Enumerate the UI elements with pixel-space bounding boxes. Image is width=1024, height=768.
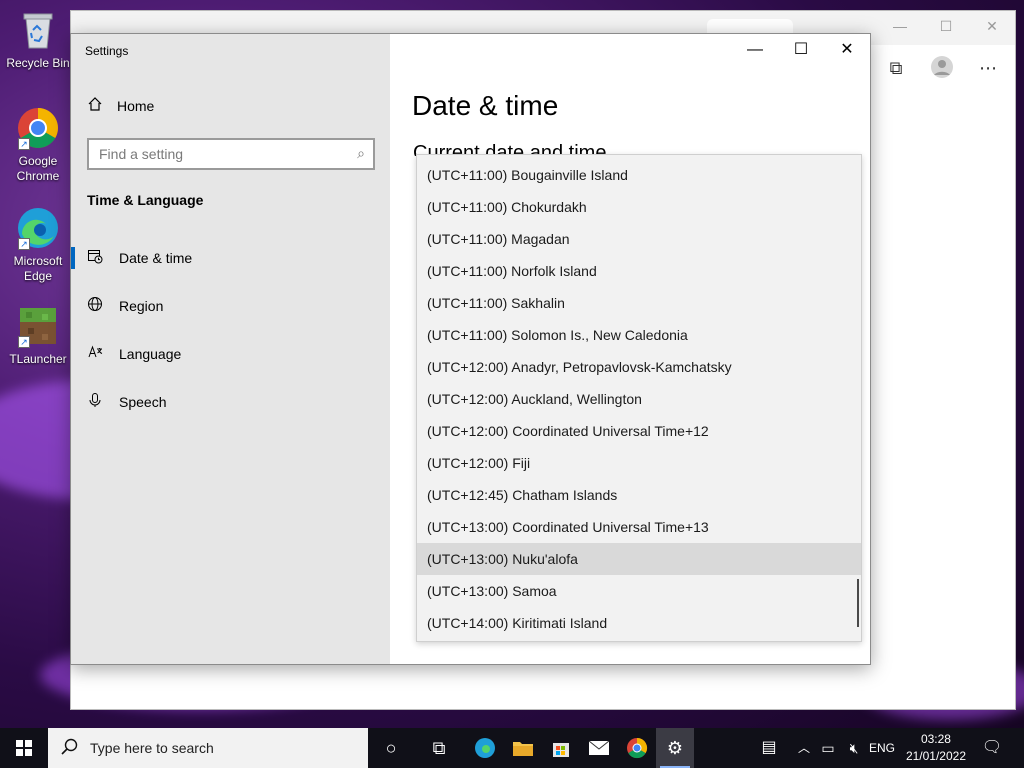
timezone-option[interactable]: (UTC+13:00) Coordinated Universal Time+1… [417, 511, 861, 543]
show-hidden-icons-chevron-icon[interactable]: ︿ [794, 728, 814, 768]
desktop-icon-tlauncher[interactable]: ↗ TLauncher [4, 304, 72, 367]
edge-icon: ↗ [16, 206, 60, 250]
settings-window[interactable]: Settings — ☐ ✕ Home Find a setting ⌕ Tim… [70, 33, 871, 665]
mail-icon[interactable] [580, 728, 618, 768]
timezone-option[interactable]: (UTC+11:00) Norfolk Island [417, 255, 861, 287]
desktop-icon-label: Microsoft Edge [13, 254, 63, 283]
timezone-option[interactable]: (UTC+12:00) Fiji [417, 447, 861, 479]
timezone-option[interactable]: (UTC+12:45) Chatham Islands [417, 479, 861, 511]
chrome-taskbar-icon[interactable] [618, 728, 656, 768]
nav-item-region[interactable]: Region [71, 288, 390, 324]
system-clock[interactable]: 03:28 21/01/2022 [906, 731, 966, 765]
nav-item-language[interactable]: Language [71, 336, 390, 372]
desktop-icon-label: TLauncher [9, 352, 67, 366]
nav-item-label: Region [119, 298, 164, 314]
timezone-option[interactable]: (UTC+13:00) Nuku'alofa [417, 543, 861, 575]
timezone-rows: (UTC+11:00) Bougainville Island (UTC+11:0… [417, 155, 861, 639]
timezone-option[interactable]: (UTC+11:00) Solomon Is., New Caledonia [417, 319, 861, 351]
search-icon [60, 738, 78, 759]
clock-date: 21/01/2022 [905, 749, 966, 763]
file-explorer-icon[interactable] [504, 728, 542, 768]
profile-avatar-icon[interactable] [929, 55, 955, 81]
search-icon: ⌕ [357, 145, 365, 161]
desktop-icon-edge[interactable]: ↗ Microsoft Edge [4, 206, 72, 284]
maximize-icon[interactable]: ☐ [923, 11, 969, 43]
nav-item-label: Date & time [119, 250, 193, 266]
shortcut-arrow-icon: ↗ [18, 238, 30, 250]
cortana-icon[interactable]: ○ [372, 728, 410, 768]
windows-logo-icon [16, 740, 32, 756]
chrome-icon: ↗ [16, 106, 60, 150]
desktop-icon-chrome[interactable]: ↗ Google Chrome [4, 106, 72, 184]
shortcut-arrow-icon: ↗ [18, 138, 30, 150]
close-button[interactable]: ✕ [824, 34, 870, 66]
window-title: Settings [85, 44, 129, 58]
window-controls: — ☐ ✕ [732, 34, 870, 66]
recycle-bin-icon [16, 8, 60, 52]
timezone-option[interactable]: (UTC+12:00) Anadyr, Petropavlovsk-Kamcha… [417, 351, 861, 383]
calendar-clock-icon [87, 248, 103, 268]
search-placeholder: Find a setting [99, 146, 184, 162]
taskbar-search-placeholder: Type here to search [90, 740, 214, 756]
microphone-icon [87, 392, 103, 412]
tlauncher-icon: ↗ [16, 304, 60, 348]
minimize-icon[interactable]: — [877, 11, 923, 43]
clock-time: 03:28 [920, 732, 951, 746]
maximize-button[interactable]: ☐ [778, 34, 824, 66]
home-nav-item[interactable]: Home [87, 96, 154, 115]
volume-muted-icon[interactable]: 🔇︎ [842, 728, 866, 768]
minimize-button[interactable]: — [732, 34, 778, 66]
microsoft-store-icon[interactable] [542, 728, 580, 768]
timezone-option[interactable]: (UTC+12:00) Auckland, Wellington [417, 383, 861, 415]
shortcut-arrow-icon: ↗ [18, 336, 30, 348]
start-button[interactable] [0, 728, 48, 768]
nav-item-label: Language [119, 346, 182, 362]
home-icon [87, 96, 103, 115]
desktop-icon-recycle-bin[interactable]: Recycle Bin [4, 8, 72, 71]
notifications-icon[interactable]: 🗨︎ [976, 728, 1008, 768]
dropdown-scrollbar[interactable] [857, 579, 859, 627]
desktop-icon-label: Google Chrome [16, 154, 60, 183]
settings-taskbar-icon[interactable]: ⚙ [656, 728, 694, 768]
language-icon [87, 344, 103, 364]
taskbar-search-box[interactable]: Type here to search [48, 728, 368, 768]
timezone-option[interactable]: (UTC+11:00) Chokurdakh [417, 191, 861, 223]
desktop-icon-label: Recycle Bin [6, 56, 70, 70]
more-options-icon[interactable]: ⋯ [975, 55, 1001, 81]
nav-item-date-time[interactable]: Date & time [71, 240, 390, 276]
network-icon[interactable]: ▭ [816, 728, 840, 768]
timezone-option[interactable]: (UTC+11:00) Sakhalin [417, 287, 861, 319]
edge-taskbar-icon[interactable] [466, 728, 504, 768]
taskbar: Type here to search ○ ⧉ ⚙ ▤ ︿ ▭ 🔇︎ ENG 0… [0, 728, 1024, 768]
timezone-dropdown-list[interactable]: (UTC+11:00) Bougainville Island (UTC+11:0… [416, 154, 862, 642]
timezone-option[interactable]: (UTC+14:00) Kiritimati Island [417, 607, 861, 639]
timezone-option[interactable]: (UTC+13:00) Samoa [417, 575, 861, 607]
home-label: Home [117, 97, 155, 114]
collections-icon[interactable]: ⧉ [883, 55, 909, 81]
find-setting-search-box[interactable]: Find a setting ⌕ [87, 138, 375, 170]
timezone-option[interactable]: (UTC+11:00) Bougainville Island [417, 159, 861, 191]
close-icon[interactable]: ✕ [969, 11, 1015, 43]
timezone-option[interactable]: (UTC+11:00) Magadan [417, 223, 861, 255]
section-heading: Time & Language [87, 192, 204, 208]
news-widget-icon[interactable]: ▤ [752, 728, 786, 768]
browser-window-controls: — ☐ ✕ [877, 11, 1015, 43]
input-language-indicator[interactable]: ENG [866, 728, 898, 768]
timezone-option[interactable]: (UTC+12:00) Coordinated Universal Time+1… [417, 415, 861, 447]
task-view-icon[interactable]: ⧉ [420, 728, 458, 768]
globe-icon [87, 296, 103, 316]
nav-item-speech[interactable]: Speech [71, 384, 390, 420]
page-title: Date & time [412, 90, 559, 121]
nav-item-label: Speech [119, 394, 167, 410]
